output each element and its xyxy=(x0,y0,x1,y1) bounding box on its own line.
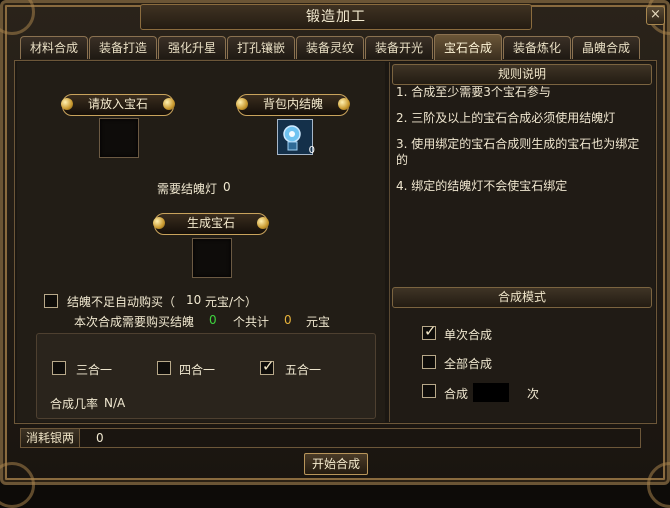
gem-slot[interactable] xyxy=(99,118,139,158)
start-synthesis-button[interactable]: 开始合成 xyxy=(304,453,368,475)
mode-all-checkbox[interactable] xyxy=(422,355,436,369)
auto-buy-label: 结魄不足自动购买（ xyxy=(67,295,176,309)
blue-gem-lantern-icon[interactable]: 0 xyxy=(277,119,315,156)
tab-equipment-forge[interactable]: 装备打造 xyxy=(89,36,157,59)
buy-total-label: 个共计 xyxy=(233,315,270,329)
tab-crystal-synthesis[interactable]: 晶魄合成 xyxy=(572,36,640,59)
close-button[interactable]: × xyxy=(646,6,665,25)
combine-3-checkbox[interactable] xyxy=(52,361,66,375)
corner-ornament xyxy=(0,0,35,35)
combine-5-checkbox[interactable] xyxy=(260,357,275,375)
put-gem-label: 请放入宝石 xyxy=(87,97,148,111)
knob-icon xyxy=(236,98,248,110)
buy-currency: 元宝 xyxy=(306,315,331,329)
cost-label: 消耗银两 xyxy=(21,429,80,447)
combine-4-checkbox[interactable] xyxy=(157,361,171,375)
buy-total-value: 0 xyxy=(284,313,292,327)
tab-equipment-refine[interactable]: 装备炼化 xyxy=(503,36,571,59)
auto-buy-unit: 元宝/个） xyxy=(205,295,258,309)
mode-custom-checkbox[interactable] xyxy=(422,384,436,398)
mode-custom-suffix: 次 xyxy=(527,387,540,401)
tab-enhance-star[interactable]: 强化升星 xyxy=(158,36,226,59)
bag-soul-label: 背包内结魄 xyxy=(262,97,323,111)
rule-item: 2. 三阶及以上的宝石合成必须使用结魄灯 xyxy=(396,111,616,125)
knob-icon xyxy=(61,98,73,110)
generate-gem-label: 生成宝石 xyxy=(186,216,235,230)
rule-item: 3. 使用绑定的宝石合成则生成的宝石也为绑定的 xyxy=(396,137,640,167)
buy-need-count: 0 xyxy=(209,313,217,327)
rules-list: 1. 合成至少需要3个宝石参与 2. 三阶及以上的宝石合成必须使用结魄灯 3. … xyxy=(396,84,646,204)
knob-icon xyxy=(257,217,269,229)
close-icon: × xyxy=(650,7,661,22)
buy-need-label: 本次合成需要购买结魄 xyxy=(74,315,195,329)
corner-ornament xyxy=(647,462,670,508)
rules-header: 规则说明 xyxy=(392,64,652,85)
mode-header: 合成模式 xyxy=(392,287,652,308)
auto-buy-price: 10 xyxy=(186,293,202,307)
tab-socket-inlay[interactable]: 打孔镶嵌 xyxy=(227,36,295,59)
bag-soul-count: 0 xyxy=(308,145,315,156)
rule-item: 1. 合成至少需要3个宝石参与 xyxy=(396,85,551,99)
tab-equipment-rune[interactable]: 装备灵纹 xyxy=(296,36,364,59)
combine-3-label: 三合一 xyxy=(76,363,113,377)
knob-icon xyxy=(163,98,175,110)
knob-icon xyxy=(153,217,165,229)
mode-all-label: 全部合成 xyxy=(444,357,493,371)
corner-ornament xyxy=(0,462,35,508)
success-rate-value: N/A xyxy=(104,396,126,410)
combine-4-label: 四合一 xyxy=(179,363,216,377)
cost-bar: 消耗银两 0 xyxy=(20,428,641,448)
put-gem-button[interactable]: 请放入宝石 xyxy=(61,94,175,116)
rule-item: 4. 绑定的结魄灯不会使宝石绑定 xyxy=(396,179,568,193)
mode-count-input[interactable] xyxy=(473,383,509,402)
mode-single-checkbox[interactable] xyxy=(422,322,437,340)
need-lamp-label: 需要结魄灯 xyxy=(157,182,218,196)
combine-5-label: 五合一 xyxy=(285,363,322,377)
tab-equipment-bless[interactable]: 装备开光 xyxy=(365,36,433,59)
knob-icon xyxy=(338,98,350,110)
mode-custom-label: 合成 xyxy=(444,387,469,401)
success-rate-label: 合成几率 xyxy=(50,397,99,411)
lantern-svg xyxy=(278,120,312,154)
cost-value: 0 xyxy=(96,431,104,445)
tab-material-synthesis[interactable]: 材料合成 xyxy=(20,36,88,59)
bag-soul-button[interactable]: 背包内结魄 xyxy=(236,94,350,116)
window-title: 锻造加工 xyxy=(140,4,532,30)
need-lamp-value: 0 xyxy=(223,180,231,194)
auto-buy-checkbox[interactable] xyxy=(44,294,58,308)
tab-gem-synthesis[interactable]: 宝石合成 xyxy=(434,34,502,60)
mode-single-label: 单次合成 xyxy=(444,328,493,342)
result-gem-slot[interactable] xyxy=(192,238,232,278)
generate-gem-button[interactable]: 生成宝石 xyxy=(153,213,269,235)
